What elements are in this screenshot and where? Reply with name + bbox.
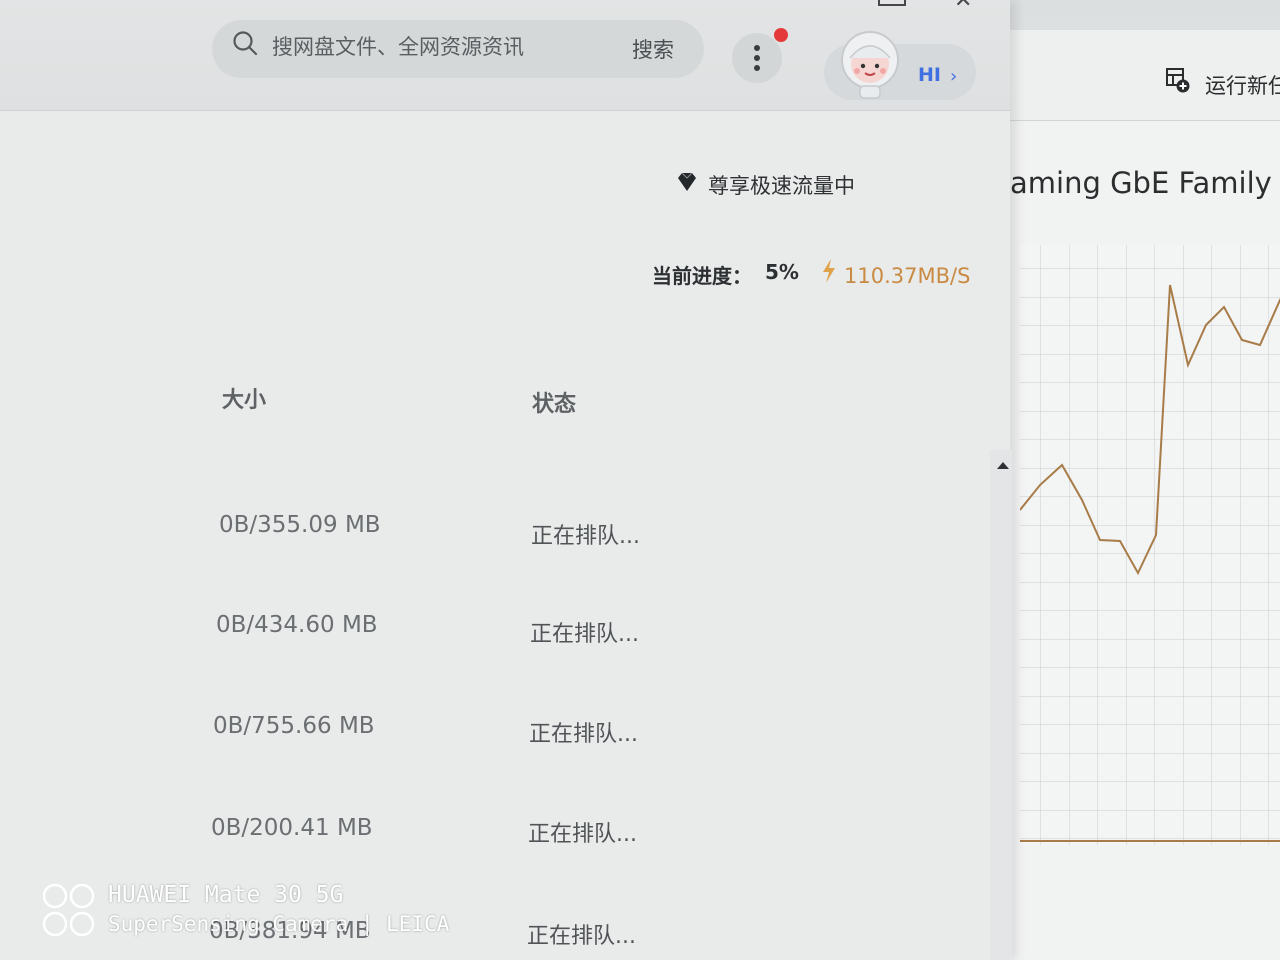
more-dot-icon xyxy=(754,55,760,61)
column-header-status[interactable]: 状态 xyxy=(532,386,576,418)
run-new-task-icon[interactable] xyxy=(1166,68,1190,94)
top-bar: ✕ 搜索 xyxy=(0,0,1010,111)
column-header-size[interactable]: 大小 xyxy=(222,382,266,414)
more-menu-button[interactable] xyxy=(732,33,782,83)
download-speed: 110.37MB/S xyxy=(844,264,971,288)
more-dot-icon xyxy=(754,65,760,71)
network-adapter-name: aming GbE Family Co xyxy=(1010,166,1280,200)
notification-dot xyxy=(774,28,788,42)
table-row-size: 0B/434.60 MB xyxy=(216,612,378,638)
user-greeting[interactable]: HI xyxy=(918,64,941,86)
more-dot-icon xyxy=(754,45,760,51)
table-row-status: 正在排队... xyxy=(529,722,638,747)
watermark-device-name: HUAWEI Mate 30 5G xyxy=(108,882,344,908)
table-row-status: 正在排队... xyxy=(531,524,640,549)
search-input[interactable] xyxy=(270,30,614,64)
close-window-icon[interactable]: ✕ xyxy=(954,0,972,12)
table-row-size: 0B/755.66 MB xyxy=(213,713,375,739)
chevron-right-icon: › xyxy=(950,66,958,87)
camera-lens-logo-icon xyxy=(42,883,95,937)
vip-speed-text: 尊享极速流量中 xyxy=(708,174,855,198)
table-row-size: 0B/355.09 MB xyxy=(219,512,381,538)
task-manager-toolbar: 运行新任 xyxy=(1000,30,1280,121)
scrollbar[interactable] xyxy=(990,450,1012,960)
avatar[interactable] xyxy=(836,28,904,100)
search-button[interactable]: 搜索 xyxy=(632,34,674,64)
progress-label: 当前进度： xyxy=(652,264,752,288)
progress-value: 5% xyxy=(765,260,799,284)
screen: 运行新任 aming GbE Family Co ✕ xyxy=(0,0,1280,960)
camera-watermark: HUAWEI Mate 30 5G SuperSensing Camera | … xyxy=(42,880,502,944)
table-row-status: 正在排队... xyxy=(528,822,637,847)
network-throughput-graph xyxy=(1020,245,1280,845)
lightning-icon xyxy=(823,259,835,283)
watermark-camera-name: SuperSensing Camera | LEICA xyxy=(108,912,450,936)
window-controls: ✕ xyxy=(870,0,1010,12)
table-row-size: 0B/200.41 MB xyxy=(211,815,373,841)
search-box[interactable]: 搜索 xyxy=(212,20,704,78)
table-row-status: 正在排队... xyxy=(530,622,639,647)
task-manager-window: 运行新任 aming GbE Family Co xyxy=(1000,30,1280,960)
download-client-window: ✕ 搜索 xyxy=(0,0,1012,960)
run-new-task-label[interactable]: 运行新任 xyxy=(1205,70,1280,100)
restore-window-icon[interactable] xyxy=(878,0,906,6)
diamond-icon xyxy=(678,172,696,191)
scroll-up-arrow-icon[interactable] xyxy=(997,462,1009,469)
search-icon xyxy=(233,31,258,56)
table-row-status: 正在排队... xyxy=(527,924,636,949)
